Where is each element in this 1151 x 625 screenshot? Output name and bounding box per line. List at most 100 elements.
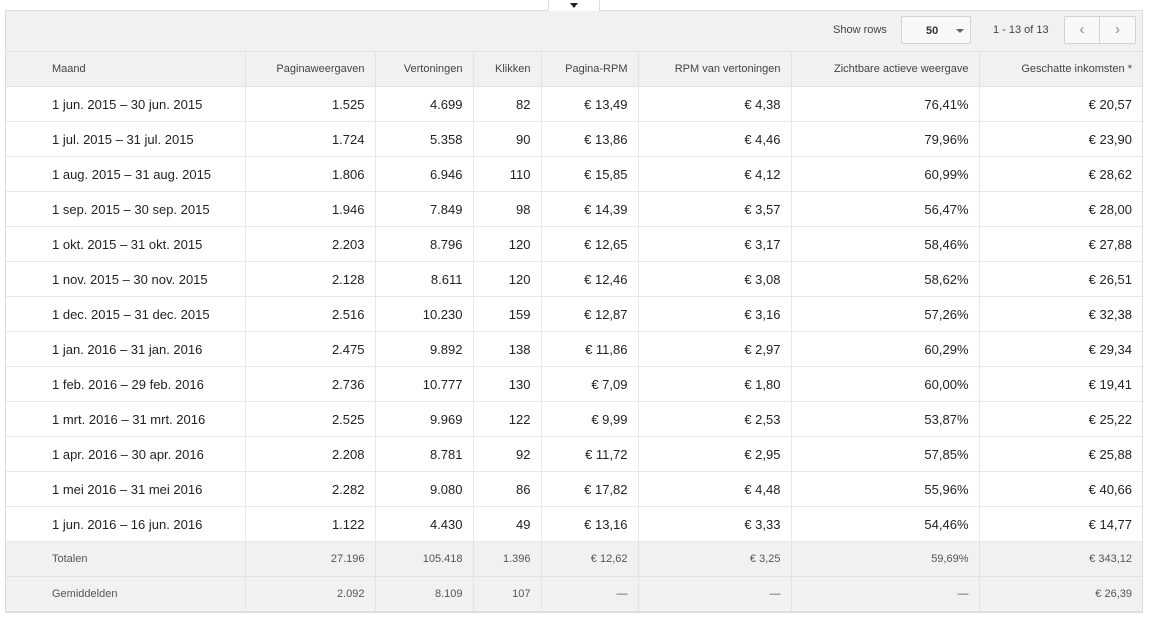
column-header-impression-rpm[interactable]: RPM van vertoningen (638, 52, 792, 87)
cell-pageviews: 2.203 (245, 226, 376, 262)
totals-row: Totalen 27.196 105.418 1.396 € 12,62 € 3,25 59… (6, 541, 1142, 577)
cell-active-view: 54,46% (791, 506, 980, 542)
cell-page-rpm: € 12,65 (541, 226, 639, 262)
cell-earnings: € 28,00 (979, 191, 1142, 227)
cell-month: 1 jun. 2015 – 30 jun. 2015 (6, 86, 246, 122)
cell-impressions: 5.358 (375, 121, 474, 157)
column-header-clicks[interactable]: Klikken (473, 52, 542, 87)
cell-impression-rpm: € 3,16 (638, 296, 792, 332)
rows-per-page-select[interactable]: 50 (901, 16, 971, 44)
cell-active-view: 60,29% (791, 331, 980, 367)
column-header-page-rpm[interactable]: Pagina-RPM (541, 52, 639, 87)
cell-active-view: 59,69% (791, 541, 980, 577)
cell-active-view: 60,00% (791, 366, 980, 402)
cell-pageviews: 2.516 (245, 296, 376, 332)
table-row: 1 okt. 2015 – 31 okt. 2015 2.203 8.796 120 €… (6, 226, 1142, 262)
cell-earnings: € 25,88 (979, 436, 1142, 472)
next-page-button[interactable]: › (1100, 16, 1136, 44)
cell-pageviews: 1.806 (245, 156, 376, 192)
cell-clicks: 98 (473, 191, 542, 227)
cell-earnings: € 343,12 (979, 541, 1142, 577)
cell-earnings: € 23,90 (979, 121, 1142, 157)
rows-per-page-value: 50 (926, 25, 939, 37)
cell-clicks: 107 (473, 576, 542, 612)
cell-clicks: 138 (473, 331, 542, 367)
cell-impressions: 8.109 (375, 576, 474, 612)
cell-impression-rpm: € 4,38 (638, 86, 792, 122)
cell-earnings: € 26,39 (979, 576, 1142, 612)
cell-month: 1 okt. 2015 – 31 okt. 2015 (6, 226, 246, 262)
cell-month: 1 mei 2016 – 31 mei 2016 (6, 471, 246, 507)
column-header-month[interactable]: Maand (6, 52, 246, 87)
cell-clicks: 120 (473, 261, 542, 297)
cell-active-view: 76,41% (791, 86, 980, 122)
cell-page-rpm: € 17,82 (541, 471, 639, 507)
cell-month: 1 mrt. 2016 – 31 mrt. 2016 (6, 401, 246, 437)
column-header-active-view-viewable[interactable]: Zichtbare actieve weergave (791, 52, 980, 87)
cell-page-rpm: € 11,72 (541, 436, 639, 472)
cell-active-view: 55,96% (791, 471, 980, 507)
column-header-impressions[interactable]: Vertoningen (375, 52, 474, 87)
table-row: 1 mei 2016 – 31 mei 2016 2.282 9.080 86 € 17… (6, 471, 1142, 507)
cell-month: 1 apr. 2016 – 30 apr. 2016 (6, 436, 246, 472)
cell-impressions: 4.430 (375, 506, 474, 542)
cell-impressions: 8.781 (375, 436, 474, 472)
cell-clicks: 49 (473, 506, 542, 542)
table-row: 1 nov. 2015 – 30 nov. 2015 2.128 8.611 120 €… (6, 261, 1142, 297)
cell-page-rpm: € 15,85 (541, 156, 639, 192)
column-header-pageviews[interactable]: Paginaweergaven (245, 52, 376, 87)
cell-clicks: 159 (473, 296, 542, 332)
header-row: Maand Paginaweergaven Vertoningen Klikke… (6, 52, 1142, 87)
dropdown-tab[interactable] (548, 0, 600, 11)
cell-page-rpm: € 11,86 (541, 331, 639, 367)
previous-page-button[interactable]: ‹ (1064, 16, 1100, 44)
cell-clicks: 110 (473, 156, 542, 192)
cell-earnings: € 40,66 (979, 471, 1142, 507)
cell-impressions: 105.418 (375, 541, 474, 577)
cell-clicks: 82 (473, 86, 542, 122)
cell-impressions: 10.230 (375, 296, 474, 332)
cell-page-rpm: € 13,86 (541, 121, 639, 157)
page-range: 1 - 13 of 13 (993, 24, 1049, 36)
cell-active-view: 79,96% (791, 121, 980, 157)
cell-pageviews: 2.092 (245, 576, 376, 612)
averages-row: Gemiddelden 2.092 8.109 107— — — € 26,39 (6, 576, 1142, 612)
cell-earnings: € 28,62 (979, 156, 1142, 192)
cell-page-rpm: — (541, 576, 639, 612)
chevron-right-icon: › (1115, 21, 1120, 38)
cell-active-view: 58,62% (791, 261, 980, 297)
cell-active-view: 60,99% (791, 156, 980, 192)
cell-impression-rpm: € 3,08 (638, 261, 792, 297)
cell-earnings: € 29,34 (979, 331, 1142, 367)
table-row: 1 dec. 2015 – 31 dec. 2015 2.516 10.230 159… (6, 296, 1142, 332)
column-header-estimated-earnings[interactable]: Geschatte inkomsten * (979, 52, 1142, 87)
table-row: 1 sep. 2015 – 30 sep. 2015 1.946 7.849 98 € … (6, 191, 1142, 227)
earnings-table: Maand Paginaweergaven Vertoningen Klikke… (6, 52, 1142, 612)
cell-earnings: € 14,77 (979, 506, 1142, 542)
cell-impression-rpm: € 4,46 (638, 121, 792, 157)
caret-down-icon (570, 3, 578, 8)
cell-month: 1 feb. 2016 – 29 feb. 2016 (6, 366, 246, 402)
cell-impressions: 10.777 (375, 366, 474, 402)
chevron-left-icon: ‹ (1079, 21, 1085, 38)
cell-impression-rpm: € 3,25 (638, 541, 792, 577)
cell-impression-rpm: € 3,33 (638, 506, 792, 542)
cell-pageviews: 2.208 (245, 436, 376, 472)
cell-clicks: 90 (473, 121, 542, 157)
cell-month: Gemiddelden (6, 576, 246, 612)
cell-impression-rpm: € 3,17 (638, 226, 792, 262)
cell-month: 1 jan. 2016 – 31 jan. 2016 (6, 331, 246, 367)
cell-pageviews: 1.525 (245, 86, 376, 122)
table-row: 1 mrt. 2016 – 31 mrt. 2016 2.525 9.969 122 €… (6, 401, 1142, 437)
cell-earnings: € 26,51 (979, 261, 1142, 297)
cell-impression-rpm: € 1,80 (638, 366, 792, 402)
cell-month: 1 sep. 2015 – 30 sep. 2015 (6, 191, 246, 227)
cell-clicks: 1.396 (473, 541, 542, 577)
table-row: 1 aug. 2015 – 31 aug. 2015 1.806 6.946 110 €… (6, 156, 1142, 192)
cell-month: Totalen (6, 541, 246, 577)
cell-pageviews: 27.196 (245, 541, 376, 577)
cell-earnings: € 20,57 (979, 86, 1142, 122)
cell-impression-rpm: € 3,57 (638, 191, 792, 227)
table-row: 1 apr. 2016 – 30 apr. 2016 2.208 8.781 92 € … (6, 436, 1142, 472)
cell-impression-rpm: € 4,48 (638, 471, 792, 507)
